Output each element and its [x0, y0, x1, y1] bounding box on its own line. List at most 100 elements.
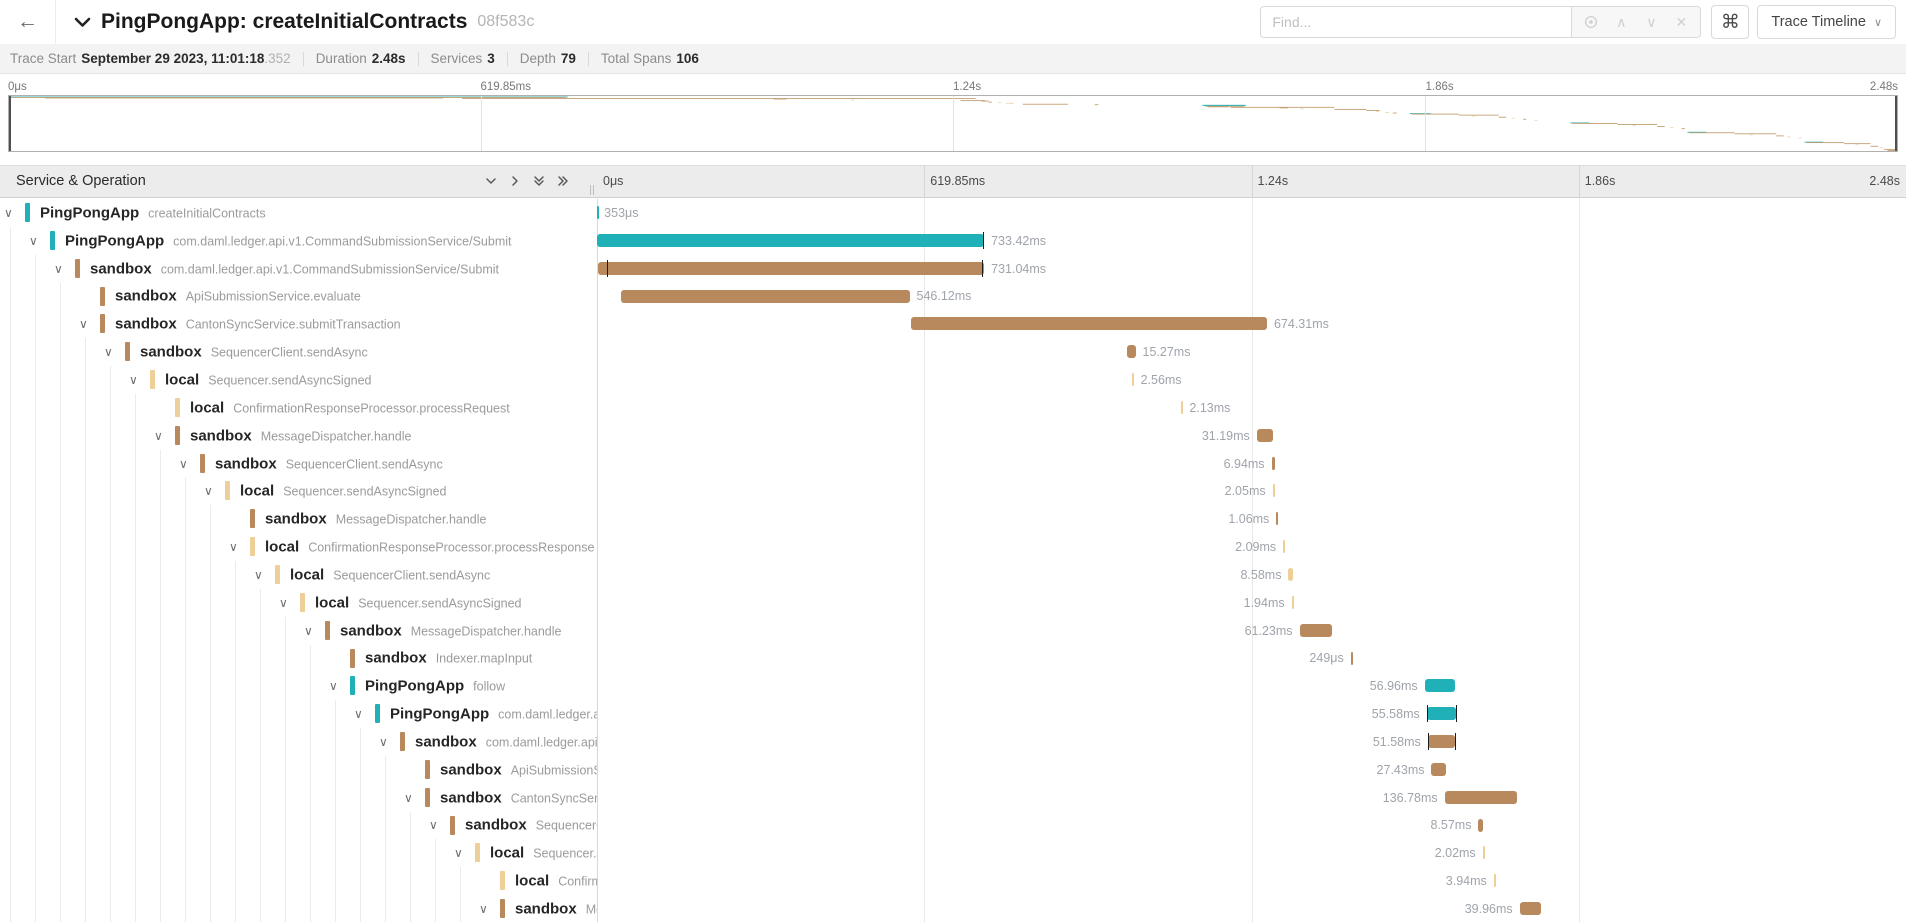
span-duration-bar[interactable] [598, 262, 984, 275]
span-timeline-cell[interactable]: 674.31ms [597, 310, 1906, 338]
expand-all-icon[interactable] [551, 174, 575, 188]
span-name-cell[interactable]: ∨ sandboxMessageDispatcher.handle [0, 617, 597, 645]
service-name[interactable]: sandboxMessageDispatcher.handle [265, 511, 486, 528]
service-name[interactable]: localSequencer.sendAsyncSigned [240, 483, 447, 500]
span-name-cell[interactable]: ∨ localSequencer.sendAsyncSigned [0, 366, 597, 394]
span-name-cell[interactable]: ∨ localSequencerClient.sendAsync [0, 561, 597, 589]
service-name[interactable]: sandboxCantonSyncServic… [440, 789, 597, 806]
span-name-cell[interactable]: sandboxMessageDispatcher.handle [0, 505, 597, 533]
span-duration-bar[interactable] [1127, 345, 1135, 358]
span-row[interactable]: sandboxMessageDispatcher.handle 1.06ms [0, 505, 1906, 533]
span-name-cell[interactable]: sandboxIndexer.mapInput [0, 645, 597, 673]
expand-one-icon[interactable] [503, 174, 527, 188]
span-name-cell[interactable]: sandboxApiSubmissionService.evaluate [0, 283, 597, 311]
span-row[interactable]: ∨ PingPongAppcom.daml.ledger.api.v… 55.5… [0, 700, 1906, 728]
service-name[interactable]: sandboxIndexer.mapInput [365, 650, 532, 667]
span-timeline-cell[interactable]: 8.57ms [597, 812, 1906, 840]
span-row[interactable]: sandboxApiSubmissionService.evaluate 546… [0, 283, 1906, 311]
span-row[interactable]: sandboxApiSubmissionSer… 27.43ms [0, 756, 1906, 784]
span-duration-bar[interactable] [1428, 735, 1455, 748]
service-name[interactable]: sandboxMessageDispatcher.handle [190, 427, 411, 444]
span-duration-bar[interactable] [1445, 791, 1517, 804]
span-name-cell[interactable]: ∨ sandboxSequencerClient.sendAsync [0, 338, 597, 366]
span-duration-bar[interactable] [911, 317, 1267, 330]
span-duration-bar[interactable] [1478, 819, 1483, 832]
span-expand-chevron-icon[interactable]: ∨ [104, 345, 113, 359]
service-name[interactable]: localSequencer.se… [490, 845, 597, 862]
span-duration-bar[interactable] [1300, 624, 1332, 637]
span-name-cell[interactable]: ∨ PingPongAppcreateInitialContracts [0, 199, 597, 227]
span-name-cell[interactable]: ∨ sandboxcom.daml.ledger.api.v1.… [0, 728, 597, 756]
span-timeline-cell[interactable]: 1.06ms [597, 505, 1906, 533]
next-match-chevron-down-icon[interactable]: ∨ [1636, 7, 1666, 37]
service-name[interactable]: sandboxSequencerCli… [465, 817, 597, 834]
service-name[interactable]: sandboxcom.daml.ledger.api.v1.… [415, 733, 597, 750]
span-expand-chevron-icon[interactable]: ∨ [54, 262, 63, 276]
span-timeline-cell[interactable]: 2.56ms [597, 366, 1906, 394]
span-name-cell[interactable]: ∨ localSequencer.sendAsyncSigned [0, 589, 597, 617]
service-name[interactable]: localSequencer.sendAsyncSigned [315, 594, 522, 611]
span-expand-chevron-icon[interactable]: ∨ [404, 791, 413, 805]
prev-match-chevron-up-icon[interactable]: ∧ [1606, 7, 1636, 37]
span-duration-bar[interactable] [1427, 707, 1456, 720]
span-expand-chevron-icon[interactable]: ∨ [254, 568, 263, 582]
service-name[interactable]: PingPongAppcreateInitialContracts [40, 204, 266, 221]
span-name-cell[interactable]: ∨ sandboxMessageDispatcher.handle [0, 422, 597, 450]
span-timeline-cell[interactable]: 2.05ms [597, 477, 1906, 505]
span-duration-bar[interactable] [1257, 429, 1273, 442]
service-name[interactable]: sandboxSequencerClient.sendAsync [140, 344, 368, 361]
span-row[interactable]: ∨ sandboxcom.daml.ledger.api.v1.… 51.58m… [0, 728, 1906, 756]
span-timeline-cell[interactable]: 39.96ms [597, 895, 1906, 922]
service-name[interactable]: PingPongAppfollow [365, 678, 505, 695]
span-expand-chevron-icon[interactable]: ∨ [304, 624, 313, 638]
locate-icon[interactable] [1576, 7, 1606, 37]
span-duration-bar[interactable] [1288, 568, 1293, 581]
span-row[interactable]: ∨ sandboxCantonSyncService.submitTransac… [0, 310, 1906, 338]
span-expand-chevron-icon[interactable]: ∨ [379, 735, 388, 749]
span-name-cell[interactable]: ∨ localSequencer.sendAsyncSigned [0, 477, 597, 505]
span-row[interactable]: ∨ localSequencer.se… 2.02ms [0, 839, 1906, 867]
span-row[interactable]: ∨ sandboxSequencerClient.sendAsync 6.94m… [0, 450, 1906, 478]
span-expand-chevron-icon[interactable]: ∨ [429, 818, 438, 832]
service-name[interactable]: sandboxApiSubmissionService.evaluate [115, 288, 361, 305]
span-expand-chevron-icon[interactable]: ∨ [204, 484, 213, 498]
span-name-cell[interactable]: localConfirmat… [0, 867, 597, 895]
span-duration-bar[interactable] [1520, 902, 1541, 915]
span-row[interactable]: localConfirmat… 3.94ms [0, 867, 1906, 895]
service-name[interactable]: localSequencerClient.sendAsync [290, 566, 490, 583]
find-input[interactable] [1260, 6, 1572, 38]
span-name-cell[interactable]: ∨ sandboxSequencerCli… [0, 812, 597, 840]
clear-find-icon[interactable]: ✕ [1666, 7, 1696, 37]
span-expand-chevron-icon[interactable]: ∨ [454, 846, 463, 860]
minimap-left-scrubber-handle[interactable] [9, 96, 11, 151]
span-timeline-cell[interactable]: 15.27ms [597, 338, 1906, 366]
span-expand-chevron-icon[interactable]: ∨ [329, 679, 338, 693]
span-duration-bar[interactable] [1276, 512, 1278, 525]
span-duration-bar[interactable] [597, 206, 599, 219]
span-row[interactable]: ∨ sandboxMes… 39.96ms [0, 895, 1906, 922]
span-duration-bar[interactable] [1494, 874, 1496, 887]
span-expand-chevron-icon[interactable]: ∨ [279, 596, 288, 610]
span-duration-bar[interactable] [1483, 846, 1485, 859]
span-expand-chevron-icon[interactable]: ∨ [29, 234, 38, 248]
span-timeline-cell[interactable]: 56.96ms [597, 672, 1906, 700]
collapse-all-icon[interactable] [527, 174, 551, 188]
span-timeline-cell[interactable]: 2.02ms [597, 839, 1906, 867]
span-expand-chevron-icon[interactable]: ∨ [79, 317, 88, 331]
span-name-cell[interactable]: ∨ PingPongAppcom.daml.ledger.api.v… [0, 700, 597, 728]
span-duration-bar[interactable] [1292, 596, 1294, 609]
span-name-cell[interactable]: ∨ PingPongAppfollow [0, 672, 597, 700]
span-timeline-cell[interactable]: 3.94ms [597, 867, 1906, 895]
keyboard-shortcuts-button[interactable]: ⌘ [1711, 5, 1749, 39]
span-row[interactable]: sandboxIndexer.mapInput 249μs [0, 645, 1906, 673]
span-duration-bar[interactable] [1351, 652, 1353, 665]
collapse-one-icon[interactable] [479, 174, 503, 188]
span-duration-bar[interactable] [1431, 763, 1445, 776]
span-expand-chevron-icon[interactable]: ∨ [154, 429, 163, 443]
service-name[interactable]: PingPongAppcom.daml.ledger.api.v… [390, 706, 597, 723]
span-timeline-cell[interactable]: 731.04ms [597, 255, 1906, 283]
span-name-cell[interactable]: ∨ localSequencer.se… [0, 839, 597, 867]
span-timeline-cell[interactable]: 61.23ms [597, 617, 1906, 645]
span-timeline-cell[interactable]: 249μs [597, 645, 1906, 673]
service-name[interactable]: PingPongAppcom.daml.ledger.api.v1.Comman… [65, 232, 512, 249]
